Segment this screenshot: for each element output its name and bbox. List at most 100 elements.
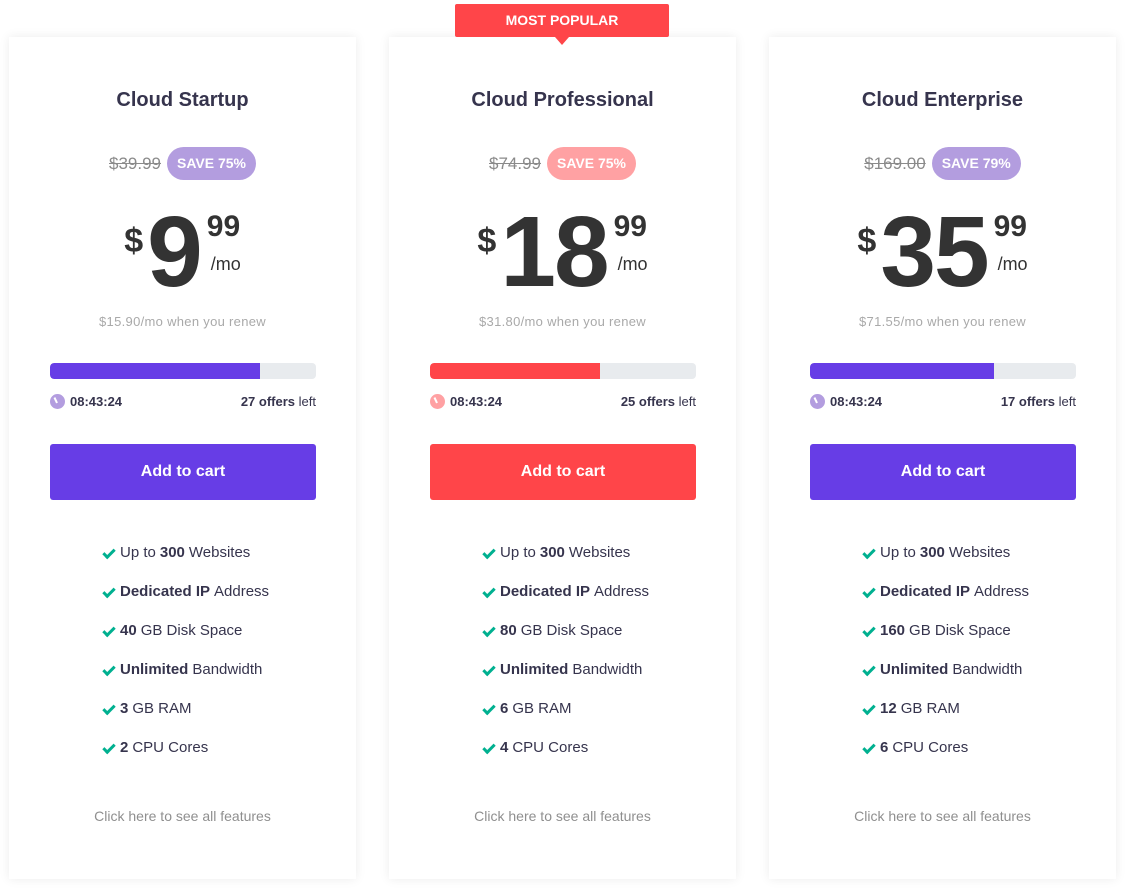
feature-highlight: Dedicated IP — [120, 583, 211, 600]
price-integer: 35 — [880, 196, 989, 308]
feature-text: GB RAM — [900, 700, 960, 717]
offers-left: 17 offers left — [1001, 394, 1076, 409]
most-popular-ribbon: MOST POPULAR — [455, 4, 669, 45]
feature-list: Up to 300 Websites Dedicated IP Address 160 GB… — [862, 542, 1030, 776]
feature-text: GB Disk Space — [140, 622, 243, 639]
original-price: $169.00 — [864, 153, 926, 173]
feature-item: Dedicated IP Address — [102, 581, 270, 620]
save-badge: SAVE 75% — [167, 147, 256, 180]
offers-suffix: left — [298, 394, 316, 409]
feature-item: Up to 300 Websites — [102, 542, 269, 581]
current-price: $ 9 99 /mo — [9, 202, 356, 302]
feature-prefix: Up to — [120, 544, 156, 561]
offers-progress-bar — [810, 363, 1076, 379]
feature-highlight: 300 — [159, 544, 185, 561]
discount-row: $74.99 SAVE 75% — [389, 147, 736, 180]
price-cents: 99 — [993, 210, 1027, 243]
original-price: $74.99 — [489, 153, 541, 173]
check-icon — [102, 701, 116, 716]
check-icon — [482, 623, 496, 638]
price-cents: 99 — [613, 210, 647, 243]
feature-text: GB Disk Space — [909, 622, 1011, 639]
feature-highlight: 4 — [500, 739, 509, 756]
offers-progress-bar — [50, 363, 316, 379]
countdown-timer: 08:43:24 — [50, 394, 122, 409]
feature-text: Websites — [188, 544, 251, 561]
renewal-price-note: $71.55/mo when you renew — [859, 314, 1026, 329]
current-price: $ 35 99 /mo — [769, 202, 1116, 302]
price-period: /mo — [997, 254, 1028, 274]
check-icon — [482, 545, 496, 560]
feature-item: Dedicated IP Address — [482, 581, 649, 620]
feature-highlight: 80 — [500, 622, 517, 639]
clock-icon — [50, 394, 65, 409]
price-cents: 99 — [206, 210, 241, 243]
feature-item: 40 GB Disk Space — [102, 620, 269, 659]
see-all-features-link[interactable]: Click here to see all features — [769, 808, 1116, 824]
price-integer: 18 — [500, 196, 609, 308]
feature-highlight: 12 — [880, 700, 897, 717]
discount-row: $169.00 SAVE 79% — [769, 147, 1116, 180]
add-to-cart-button[interactable]: Add to cart — [810, 444, 1076, 500]
check-icon — [862, 740, 876, 755]
timer-value: 08:43:24 — [830, 394, 883, 409]
feature-text: GB RAM — [132, 700, 192, 717]
feature-text: GB RAM — [512, 700, 572, 717]
add-to-cart-button[interactable]: Add to cart — [430, 444, 696, 500]
feature-item: Unlimited Bandwidth — [102, 659, 269, 698]
check-icon — [102, 662, 116, 677]
save-badge: SAVE 75% — [547, 147, 636, 180]
progress-fill — [810, 363, 994, 379]
offer-meta: 08:43:24 17 offers left — [810, 394, 1076, 409]
feature-text: CPU Cores — [512, 739, 589, 756]
pricing-card: Cloud Professional $74.99 SAVE 75% $ 18 … — [389, 37, 736, 879]
currency-symbol: $ — [477, 222, 497, 260]
feature-highlight: 160 — [880, 622, 906, 639]
check-icon — [102, 740, 116, 755]
clock-icon — [430, 394, 445, 409]
feature-item: Dedicated IP Address — [862, 581, 1030, 620]
feature-text: Address — [974, 583, 1030, 600]
check-icon — [862, 584, 876, 599]
feature-highlight: 300 — [539, 544, 565, 561]
offers-progress-bar — [430, 363, 696, 379]
renewal-price-note: $31.80/mo when you renew — [479, 314, 646, 329]
see-all-features-link[interactable]: Click here to see all features — [389, 808, 736, 824]
renewal-price-note: $15.90/mo when you renew — [99, 314, 266, 329]
price-period: /mo — [210, 254, 241, 274]
feature-highlight: 2 — [120, 739, 129, 756]
feature-prefix: Up to — [500, 544, 536, 561]
feature-text: Address — [214, 583, 270, 600]
feature-text: Bandwidth — [572, 661, 643, 678]
currency-symbol: $ — [857, 222, 877, 260]
price-integer: 9 — [147, 196, 203, 308]
plan-title: Cloud Startup — [116, 89, 249, 111]
offer-meta: 08:43:24 25 offers left — [430, 394, 696, 409]
feature-item: 4 CPU Cores — [482, 737, 649, 776]
feature-item: Up to 300 Websites — [482, 542, 649, 581]
check-icon — [862, 701, 876, 716]
feature-highlight: Unlimited — [880, 661, 949, 678]
feature-highlight: 40 — [120, 622, 137, 639]
feature-text: CPU Cores — [892, 739, 969, 756]
offers-suffix: left — [678, 394, 696, 409]
save-badge: SAVE 79% — [931, 147, 1021, 180]
feature-list: Up to 300 Websites Dedicated IP Address 80 GB … — [482, 542, 649, 776]
check-icon — [102, 623, 116, 638]
offers-left: 27 offers left — [241, 394, 316, 409]
offers-count: 17 offers — [1000, 394, 1056, 409]
feature-text: Websites — [568, 544, 631, 561]
feature-highlight: 3 — [120, 700, 129, 717]
offers-left: 25 offers left — [621, 394, 696, 409]
countdown-timer: 08:43:24 — [810, 394, 882, 409]
check-icon — [482, 662, 496, 677]
add-to-cart-button[interactable]: Add to cart — [50, 444, 316, 500]
check-icon — [862, 662, 876, 677]
feature-highlight: Unlimited — [120, 661, 189, 678]
feature-text: CPU Cores — [132, 739, 209, 756]
feature-item: 12 GB RAM — [862, 698, 1029, 737]
feature-item: 160 GB Disk Space — [862, 620, 1029, 659]
see-all-features-link[interactable]: Click here to see all features — [9, 808, 356, 824]
feature-item: Up to 300 Websites — [862, 542, 1029, 581]
currency-symbol: $ — [124, 222, 144, 260]
